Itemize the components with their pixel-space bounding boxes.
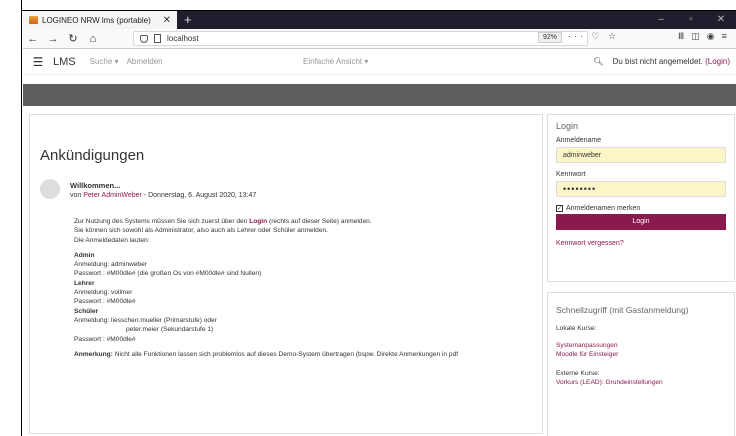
shield-icon xyxy=(140,34,148,43)
view-switcher[interactable]: Einfache Ansicht ▾ xyxy=(303,57,368,66)
login-header-link[interactable]: (Login) xyxy=(705,57,730,66)
body-line: Die Anmeldedaten lauten: xyxy=(74,236,150,244)
announcements-region: Ankündigungen Willkommen... von Peter Ad… xyxy=(29,114,543,434)
nav-toolbar: ← → ↻ ⌂ localhost 92% ··· ♡ ☆ Ⅲ◫◉≡ xyxy=(23,29,736,49)
teacher-heading: Lehrer xyxy=(74,279,95,287)
body-text: (rechts auf dieser Seite) anmelden. xyxy=(269,218,372,225)
url-text: localhost xyxy=(167,34,199,43)
body-line: Sie können sich sowohl als Administrator… xyxy=(74,227,329,235)
note-line: Anmerkung: Nicht alle Funktionen lassen … xyxy=(74,350,542,359)
remember-label: Anmeldenamen merken xyxy=(566,205,641,212)
reload-icon[interactable]: ↻ xyxy=(63,32,83,45)
avatar[interactable] xyxy=(40,179,60,199)
menu-icon[interactable]: ≡ xyxy=(722,31,734,41)
page-content: Ankündigungen Willkommen... von Peter Ad… xyxy=(23,106,736,436)
new-tab-icon[interactable]: + xyxy=(177,11,192,29)
search-icon[interactable]: 🔍︎ xyxy=(593,57,603,66)
page-icon xyxy=(154,34,161,43)
remember-checkbox[interactable]: ✓ Anmeldenamen merken xyxy=(556,205,726,212)
browser-window: LOGINEO NRW lms (portable) ✕ + – ▫ ✕ ← →… xyxy=(23,11,736,436)
site-brand[interactable]: LMS xyxy=(53,56,76,68)
search-menu-label: Suche xyxy=(89,57,113,66)
teacher-username: Anmeldung: vollmer xyxy=(74,289,133,297)
student-password: Passwort : #M00dle# xyxy=(74,335,136,343)
student-heading: Schüler xyxy=(74,307,99,315)
page-title: Ankündigungen xyxy=(40,147,145,164)
password-label: Kennwort xyxy=(556,171,586,178)
admin-username: Anmeldung: adminweber xyxy=(74,261,147,269)
post-body: Zur Nutzung des Systems müssen Sie sich … xyxy=(74,217,542,359)
bookmark-star-icon[interactable]: ☆ xyxy=(608,31,619,41)
page-actions: ··· ♡ ☆ xyxy=(568,31,619,42)
username-field[interactable]: adminweber xyxy=(556,147,726,163)
quick-access-block: Schnellzugriff (mit Gastanmeldung) Lokal… xyxy=(547,292,735,436)
top-margin xyxy=(0,0,736,11)
sidebar-icon[interactable]: ◫ xyxy=(691,31,707,41)
note-label: Anmerkung: xyxy=(74,350,113,358)
tab-title: LOGINEO NRW lms (portable) xyxy=(42,15,151,25)
tab-strip: LOGINEO NRW lms (portable) ✕ + – ▫ ✕ xyxy=(23,11,736,29)
course-link[interactable]: Systemanpassungen xyxy=(556,342,726,349)
browser-tab[interactable]: LOGINEO NRW lms (portable) ✕ xyxy=(23,11,177,29)
hamburger-icon[interactable]: ☰ xyxy=(23,55,53,69)
post-header: Willkommen... von Peter AdminWeber - Don… xyxy=(70,181,256,199)
view-switcher-label: Einfache Ansicht xyxy=(303,57,363,66)
library-icon[interactable]: Ⅲ xyxy=(678,31,691,41)
byline-prefix: von xyxy=(70,192,82,199)
body-line: Zur Nutzung des Systems müssen Sie sich … xyxy=(74,217,542,226)
zoom-level[interactable]: 92% xyxy=(538,32,563,43)
post-byline: von Peter AdminWeber - Donnerstag, 6. Au… xyxy=(70,192,256,199)
username-label: Anmeldename xyxy=(556,137,602,144)
close-window-icon[interactable]: ✕ xyxy=(706,11,736,29)
home-icon[interactable]: ⌂ xyxy=(83,33,103,45)
minimize-icon[interactable]: – xyxy=(646,11,676,29)
search-menu[interactable]: Suche ▾ xyxy=(90,57,119,66)
post-date: - Donnerstag, 6. August 2020, 13:47 xyxy=(143,192,257,199)
caret-down-icon: ▾ xyxy=(364,57,369,66)
admin-password: Passwort : #M00dle# (die großen Os von #… xyxy=(74,270,262,278)
caret-down-icon: ▾ xyxy=(114,57,119,66)
admin-heading: Admin xyxy=(74,251,95,259)
user-status: 🔍︎ Du bist nicht angemeldet. (Login) xyxy=(593,57,730,66)
local-courses-label: Lokale Kurse: xyxy=(556,325,597,332)
lms-header: ☰ LMS Suche ▾ Abmelden Einfache Ansicht … xyxy=(23,49,736,75)
browser-toolbar-icons: Ⅲ◫◉≡ xyxy=(678,31,734,42)
external-courses-label: Externe Kurse: xyxy=(556,370,600,377)
page-banner xyxy=(23,84,736,106)
login-title: Login xyxy=(556,121,579,131)
close-tab-icon[interactable]: ✕ xyxy=(163,15,171,26)
pocket-icon[interactable]: ♡ xyxy=(592,31,603,41)
window-controls: – ▫ ✕ xyxy=(646,11,736,29)
student-username: Anmeldung: liesschen.mueller (Primarstuf… xyxy=(74,316,217,324)
quick-access-title: Schnellzugriff (mit Gastanmeldung) xyxy=(556,305,689,315)
course-link[interactable]: Vorkurs (LEAD): Grundeinstellungen xyxy=(556,379,726,386)
forward-arrow-icon[interactable]: → xyxy=(43,33,63,45)
account-icon[interactable]: ◉ xyxy=(707,31,722,41)
password-field[interactable]: •••••••• xyxy=(556,181,726,197)
author-link[interactable]: Peter AdminWeber xyxy=(83,192,142,199)
post-subject: Willkommen... xyxy=(70,181,121,190)
note-text: Nicht alle Funktionen lassen sich proble… xyxy=(114,350,459,358)
course-link[interactable]: Moodle für Einsteiger xyxy=(556,351,726,358)
teacher-password: Passwort : #M00dle# xyxy=(74,298,136,306)
student-username-alt: peter.meier (Sekundarstufe 1) xyxy=(126,326,214,334)
left-margin xyxy=(0,0,22,436)
forgot-password-link[interactable]: Kennwort vergessen? xyxy=(556,240,726,247)
url-bar[interactable]: localhost xyxy=(133,31,588,46)
back-arrow-icon[interactable]: ← xyxy=(23,33,43,45)
favicon-icon xyxy=(29,16,38,24)
login-inline-link[interactable]: Login xyxy=(249,218,267,225)
logout-link[interactable]: Abmelden xyxy=(127,57,163,66)
login-block: Login Anmeldename adminweber Kennwort ••… xyxy=(547,114,735,282)
maximize-icon[interactable]: ▫ xyxy=(676,11,706,29)
checkbox-checked-icon[interactable]: ✓ xyxy=(556,205,563,212)
login-status-text: Du bist nicht angemeldet. xyxy=(612,57,703,66)
login-button[interactable]: Login xyxy=(556,214,726,230)
screenshot-frame: LOGINEO NRW lms (portable) ✕ + – ▫ ✕ ← →… xyxy=(0,0,736,436)
body-text: Zur Nutzung des Systems müssen Sie sich … xyxy=(74,218,248,225)
more-actions-icon[interactable]: ··· xyxy=(568,31,586,41)
